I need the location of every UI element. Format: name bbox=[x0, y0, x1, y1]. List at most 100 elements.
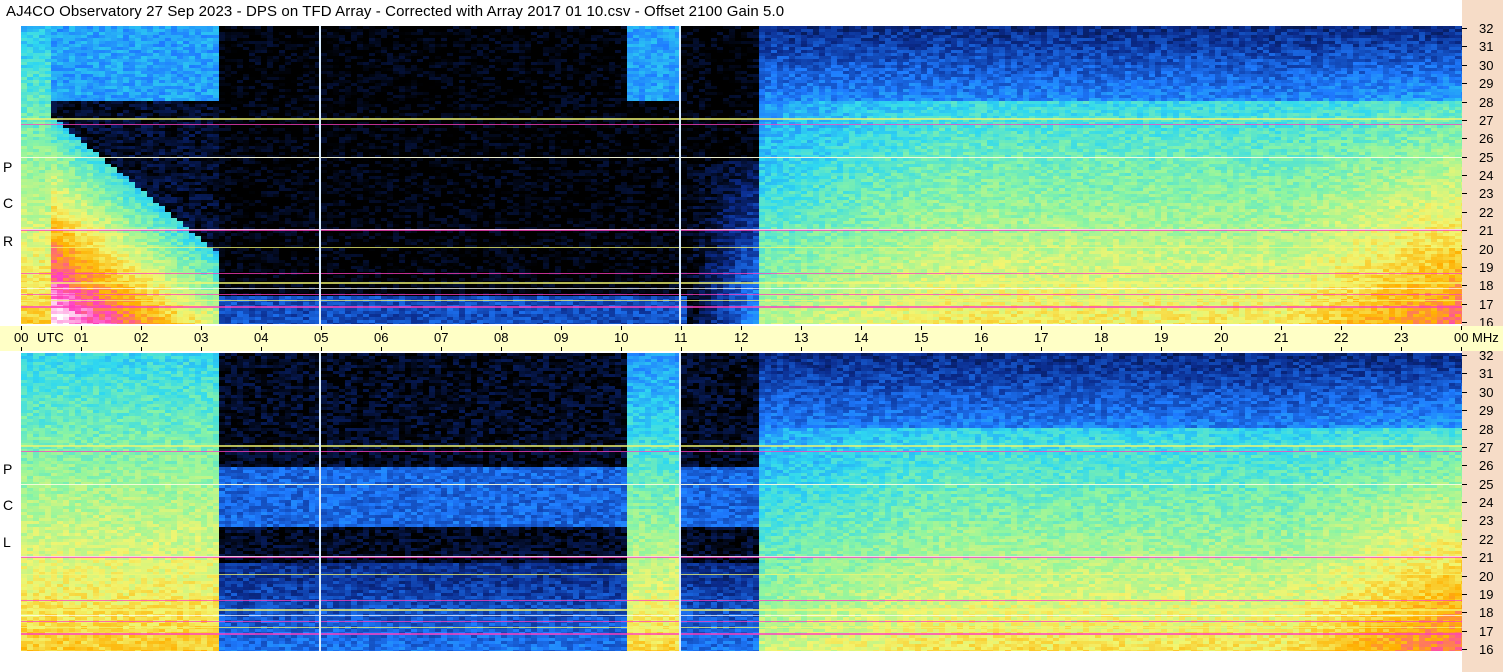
spectrogram-cell bbox=[51, 290, 57, 293]
spectrogram-cell bbox=[153, 152, 159, 155]
spectrogram-cell bbox=[123, 218, 129, 221]
spectrogram-cell bbox=[39, 32, 45, 35]
spectrogram-cell bbox=[63, 101, 69, 104]
spectrogram-cell bbox=[177, 248, 183, 251]
spectrogram-cell bbox=[171, 68, 177, 71]
spectrogram-cell bbox=[123, 113, 129, 116]
spectrogram-cell bbox=[45, 275, 51, 278]
spectrogram-cell bbox=[141, 35, 147, 38]
spectrogram-cell bbox=[129, 212, 135, 215]
spectrogram-cell bbox=[93, 182, 99, 185]
spectrogram-cell bbox=[123, 179, 129, 182]
spectrogram-cell bbox=[45, 242, 51, 245]
spectrogram-cell bbox=[243, 41, 249, 44]
spectrogram-cell bbox=[117, 248, 123, 251]
spectrogram-cell bbox=[213, 311, 219, 314]
spectrogram-cell bbox=[105, 179, 111, 182]
spectrogram-cell bbox=[153, 263, 159, 266]
spectrogram-cell bbox=[45, 278, 51, 281]
spectrogram-cell bbox=[105, 269, 111, 272]
spectrogram-cell bbox=[39, 134, 45, 137]
spectrogram-cell bbox=[213, 113, 219, 116]
spectrogram-cell bbox=[153, 41, 159, 44]
spectrogram-cell bbox=[135, 65, 141, 68]
spectrogram-cell bbox=[243, 146, 249, 149]
spectrogram-cell bbox=[189, 143, 195, 146]
spectrogram-cell bbox=[273, 185, 279, 188]
spectrogram-cell bbox=[201, 239, 207, 242]
spectrogram-cell bbox=[99, 242, 105, 245]
spectrogram-cell bbox=[75, 95, 81, 98]
spectrogram-cell bbox=[243, 74, 249, 77]
spectrogram-cell bbox=[117, 77, 123, 80]
spectrogram-cell bbox=[105, 101, 111, 104]
spectrogram-cell bbox=[51, 206, 57, 209]
spectrogram-cell bbox=[33, 170, 39, 173]
spectrogram-cell bbox=[57, 113, 63, 116]
spectrogram-cell bbox=[159, 80, 165, 83]
spectrogram-cell bbox=[135, 212, 141, 215]
spectrogram-cell bbox=[135, 314, 141, 317]
spectrogram-cell bbox=[243, 53, 249, 56]
spectrogram-cell bbox=[183, 308, 189, 311]
spectrogram-cell bbox=[111, 140, 117, 143]
spectrogram-cell bbox=[159, 107, 165, 110]
spectrogram-cell bbox=[249, 215, 255, 218]
spectrogram-cell bbox=[249, 140, 255, 143]
spectrogram-cell bbox=[207, 140, 213, 143]
spectrogram-cell bbox=[255, 200, 261, 203]
spectrogram-cell bbox=[195, 134, 201, 137]
spectrogram-cell bbox=[147, 107, 153, 110]
spectrogram-cell bbox=[249, 149, 255, 152]
spectrogram-cell bbox=[255, 35, 261, 38]
spectrogram-cell bbox=[303, 104, 309, 107]
spectrogram-cell bbox=[285, 56, 291, 59]
spectrogram-cell bbox=[291, 143, 297, 146]
spectrogram-cell bbox=[261, 242, 267, 245]
spectrogram-cell bbox=[225, 53, 231, 56]
spectrogram-cell bbox=[141, 71, 147, 74]
spectrogram-cell bbox=[147, 320, 153, 323]
spectrogram-cell bbox=[237, 248, 243, 251]
spectrogram-cell bbox=[261, 131, 267, 134]
spectrogram-cell bbox=[51, 86, 57, 89]
spectrogram-cell bbox=[165, 131, 171, 134]
spectrogram-cell bbox=[27, 161, 33, 164]
spectrogram-cell bbox=[207, 209, 213, 212]
spectrogram-cell bbox=[63, 80, 69, 83]
spectrogram-cell bbox=[249, 188, 255, 191]
spectrogram-cell bbox=[129, 308, 135, 311]
spectrogram-cell bbox=[147, 323, 153, 324]
spectrogram-cell bbox=[309, 317, 315, 320]
spectrogram-cell bbox=[117, 74, 123, 77]
spectrogram-cell bbox=[231, 290, 237, 293]
spectrogram-cell bbox=[117, 269, 123, 272]
spectrogram-cell bbox=[303, 143, 309, 146]
spectrogram-cell bbox=[39, 200, 45, 203]
spectrogram-cell bbox=[177, 29, 183, 32]
spectrogram-cell bbox=[297, 185, 303, 188]
spectrogram-cell bbox=[219, 236, 225, 239]
spectrogram-cell bbox=[63, 125, 69, 128]
spectrogram-cell bbox=[165, 92, 171, 95]
spectrogram-cell bbox=[285, 113, 291, 116]
spectrogram-cell bbox=[21, 41, 27, 44]
spectrogram-cell bbox=[177, 296, 183, 299]
spectrogram-cell bbox=[117, 152, 123, 155]
spectrogram-cell bbox=[285, 62, 291, 65]
spectrogram-cell bbox=[135, 311, 141, 314]
spectrogram-cell bbox=[273, 260, 279, 263]
spectrogram-cell bbox=[207, 248, 213, 251]
spectrogram-cell bbox=[309, 197, 315, 200]
spectrogram-cell bbox=[129, 302, 135, 305]
spectrogram-cell bbox=[153, 101, 159, 104]
spectrogram-cell bbox=[177, 164, 183, 167]
spectrogram-cell bbox=[75, 218, 81, 221]
spectrogram-cell bbox=[63, 98, 69, 101]
spectrogram-cell bbox=[183, 50, 189, 53]
spectrogram-cell bbox=[33, 248, 39, 251]
spectrogram-cell bbox=[177, 62, 183, 65]
spectrogram-cell bbox=[21, 98, 27, 101]
spectrogram-cell bbox=[285, 269, 291, 272]
spectrogram-cell bbox=[87, 146, 93, 149]
